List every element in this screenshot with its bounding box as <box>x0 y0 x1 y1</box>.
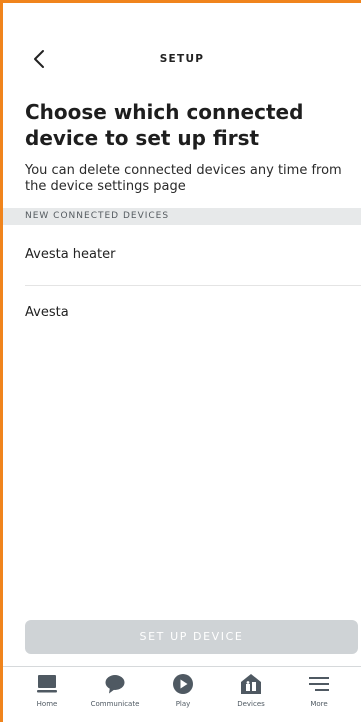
nav-item-devices[interactable]: Devices <box>219 673 283 721</box>
nav-item-home[interactable]: Home <box>15 673 79 721</box>
devices-icon <box>239 673 263 695</box>
page-description: You can delete connected devices any tim… <box>25 163 342 194</box>
bottom-nav: Home Communicate Play Devices More <box>3 666 361 722</box>
section-header-new-devices: NEW CONNECTED DEVICES <box>3 208 361 225</box>
nav-item-more[interactable]: More <box>287 673 351 721</box>
nav-label-play: Play <box>175 700 191 708</box>
header-title: SETUP <box>159 53 205 65</box>
nav-item-play[interactable]: Play <box>151 673 215 721</box>
play-icon <box>171 673 195 695</box>
nav-label-communicate: Communicate <box>90 700 140 708</box>
nav-item-communicate[interactable]: Communicate <box>83 673 147 721</box>
nav-label-more: More <box>310 700 328 708</box>
chat-bubble-icon <box>103 673 127 695</box>
device-item-avesta-heater[interactable]: Avesta heater <box>3 229 361 285</box>
nav-label-home: Home <box>36 700 58 708</box>
list-divider <box>25 285 361 286</box>
setup-screen: SETUP Choose which connected device to s… <box>0 0 361 722</box>
device-name: Avesta <box>25 305 69 320</box>
set-up-device-button[interactable]: SET UP DEVICE <box>25 620 358 654</box>
menu-icon <box>307 673 331 695</box>
home-icon <box>35 673 59 695</box>
device-item-avesta[interactable]: Avesta <box>3 287 361 343</box>
device-name: Avesta heater <box>25 247 116 262</box>
top-header: SETUP <box>3 41 361 77</box>
nav-label-devices: Devices <box>237 700 265 708</box>
page-heading: Choose which connected device to set up … <box>25 100 304 150</box>
